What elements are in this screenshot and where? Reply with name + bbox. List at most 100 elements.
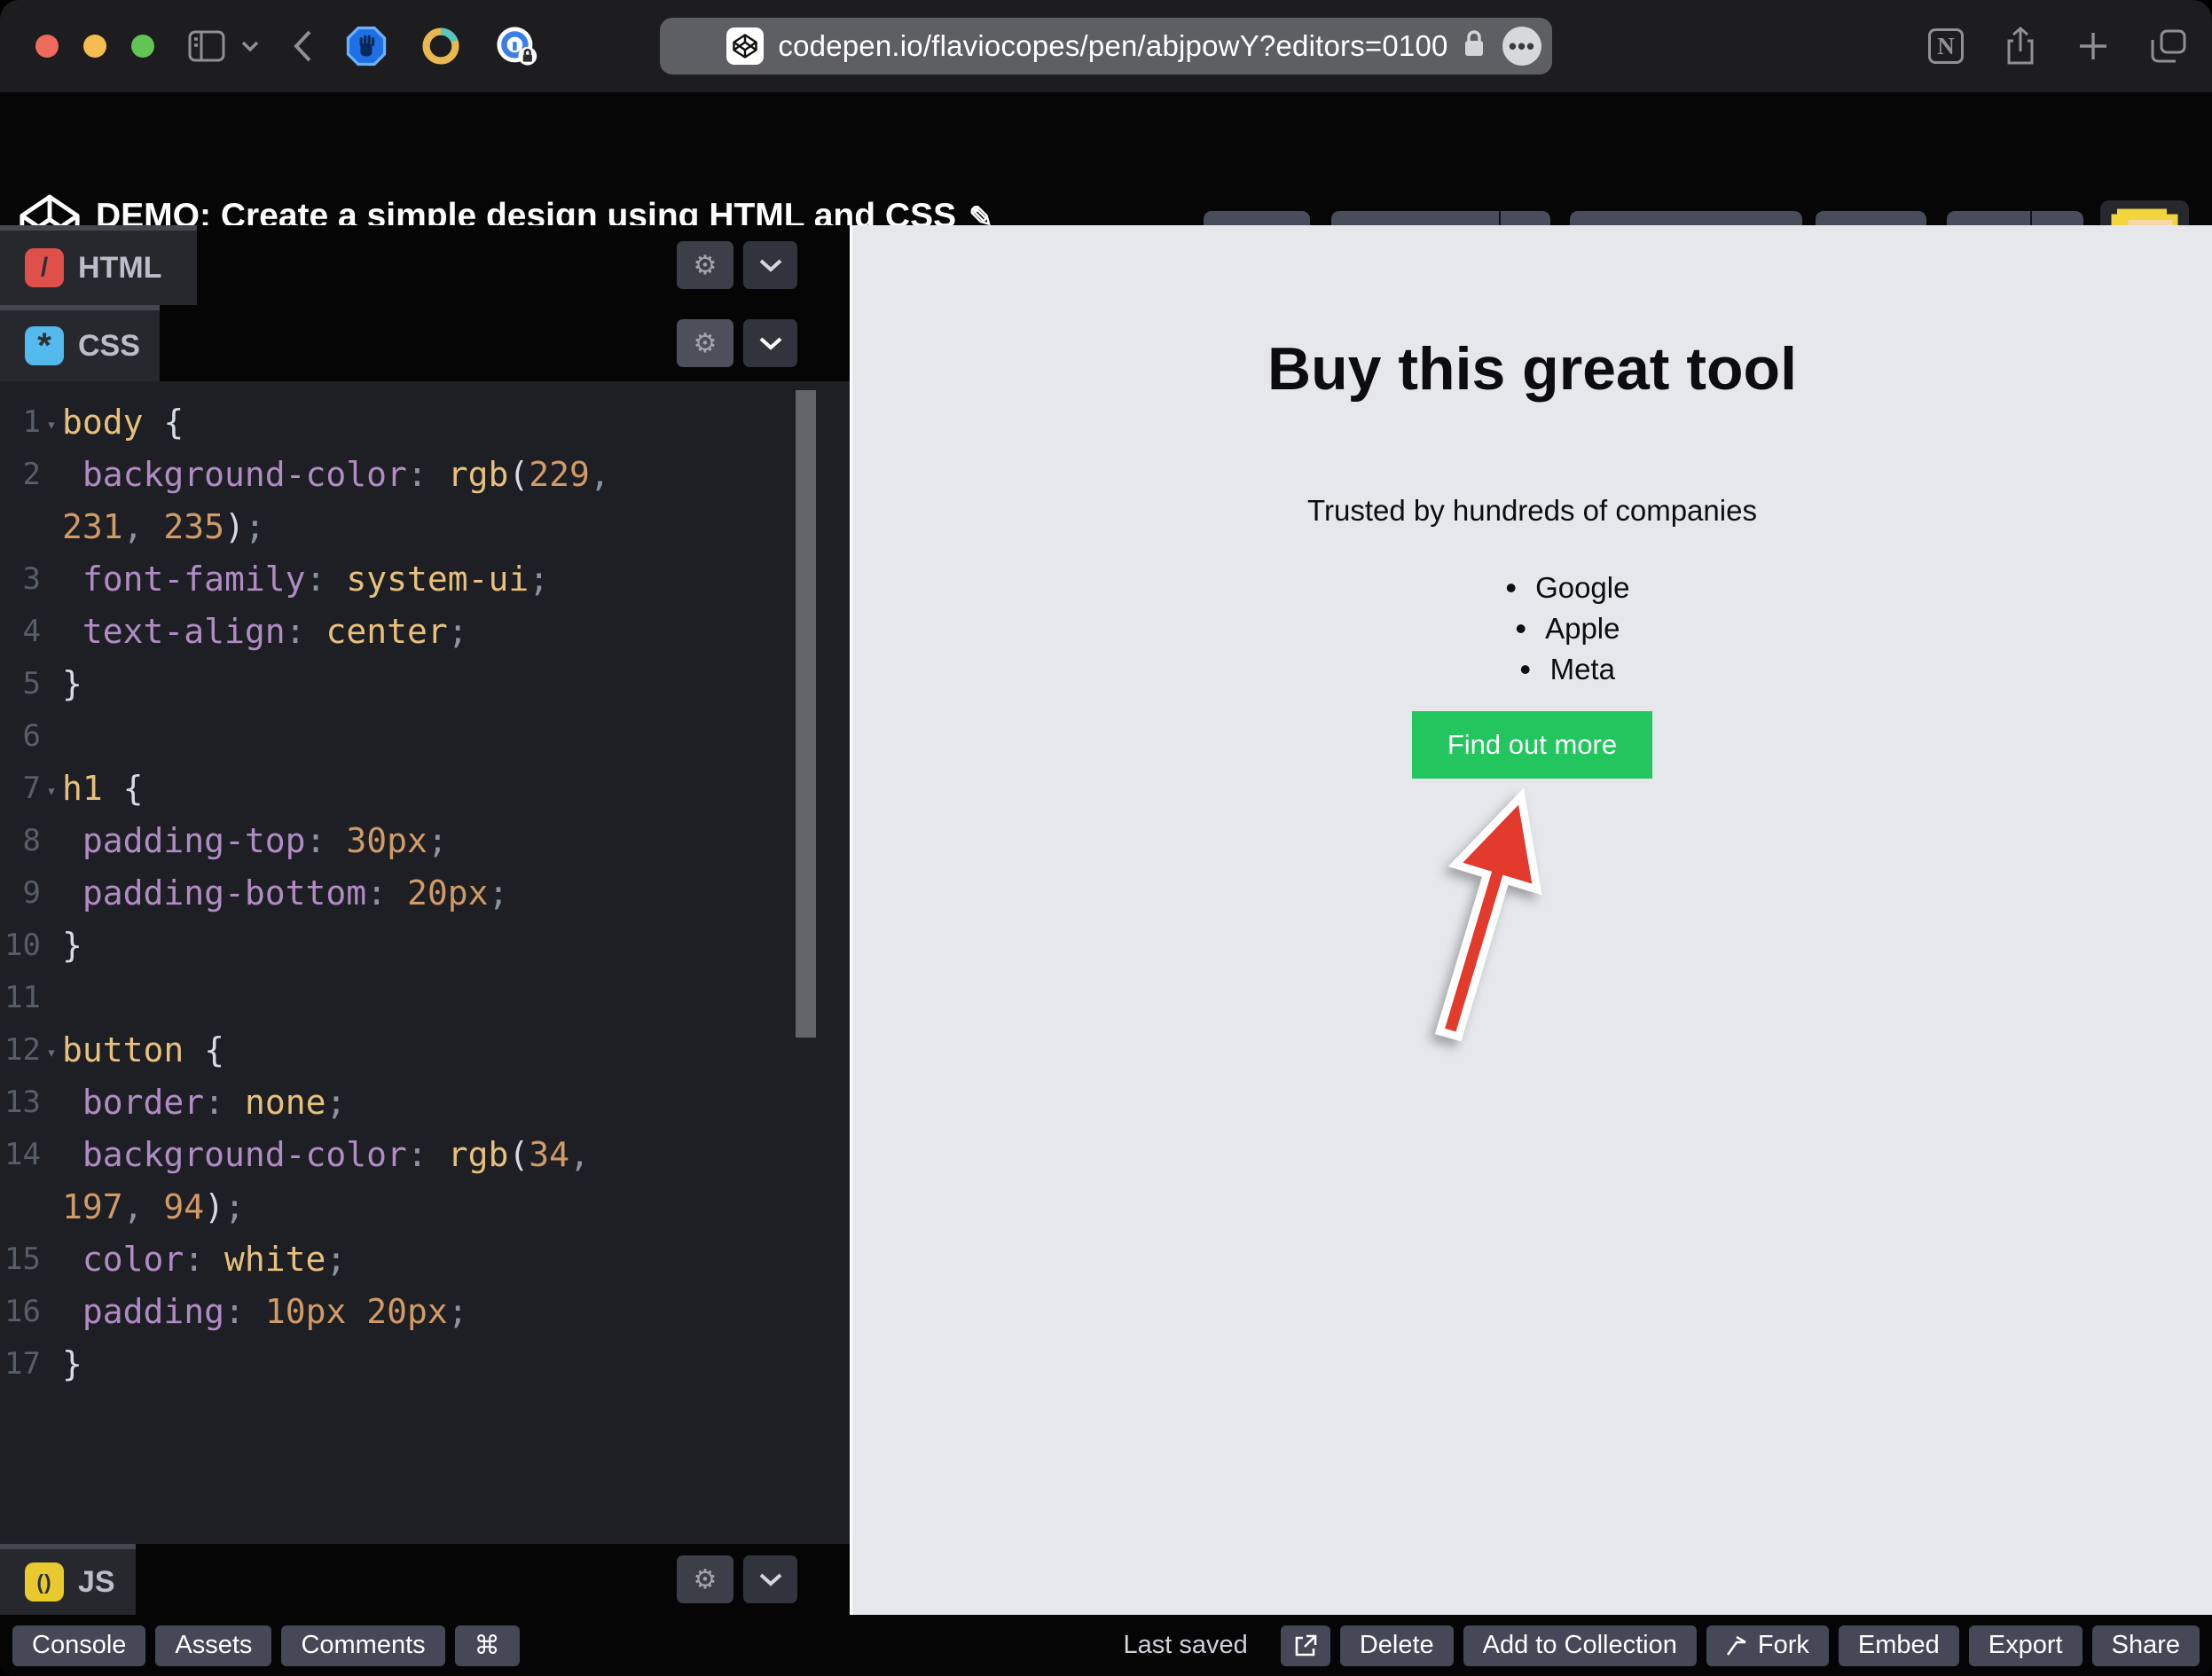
code-row: 16 padding: 10px 20px; bbox=[0, 1285, 850, 1337]
code-token: : bbox=[407, 1135, 448, 1174]
window-controls bbox=[35, 35, 154, 58]
fold-spacer bbox=[41, 681, 62, 686]
html-collapse-button[interactable] bbox=[743, 241, 797, 289]
code-token: : bbox=[306, 560, 347, 599]
code-token: ; bbox=[529, 560, 549, 599]
html-panel-header: / HTML ⚙ bbox=[0, 225, 850, 305]
back-icon[interactable] bbox=[293, 29, 312, 63]
code-token: ; bbox=[326, 1240, 346, 1279]
line-number: 2 bbox=[0, 457, 41, 492]
console-button[interactable]: Console bbox=[12, 1625, 145, 1666]
notion-extension-icon[interactable]: N bbox=[1928, 28, 1964, 64]
button-label: Add to Collection bbox=[1483, 1631, 1677, 1660]
password-manager-extension-icon[interactable] bbox=[495, 25, 537, 67]
code-token: , bbox=[590, 455, 610, 494]
code-token: padding-top bbox=[82, 821, 306, 860]
line-number: 7 bbox=[0, 771, 41, 806]
address-bar[interactable]: codepen.io/flaviocopes/pen/abjpowY?edito… bbox=[660, 18, 1552, 74]
code-token bbox=[62, 1135, 82, 1174]
line-number: 10 bbox=[0, 928, 41, 963]
code-token bbox=[62, 821, 82, 860]
code-token: ) bbox=[224, 507, 245, 546]
line-number: 17 bbox=[0, 1346, 41, 1382]
code-token: , bbox=[569, 1135, 590, 1174]
close-window-button[interactable] bbox=[35, 35, 59, 58]
keyboard-shortcuts-button[interactable]: ⌘ bbox=[455, 1625, 520, 1666]
css-settings-button[interactable]: ⚙ bbox=[677, 319, 733, 367]
fold-arrow-icon[interactable]: ▾ bbox=[41, 1038, 62, 1062]
export-button[interactable]: Export bbox=[1969, 1625, 2083, 1666]
add-to-collection-button[interactable]: Add to Collection bbox=[1463, 1625, 1697, 1666]
assets-button[interactable]: Assets bbox=[155, 1625, 271, 1666]
code-row: 197, 94); bbox=[0, 1180, 850, 1233]
line-number: 12 bbox=[0, 1032, 41, 1068]
tab-css[interactable]: * CSS bbox=[0, 305, 160, 381]
main-content: / HTML ⚙ * CSS ⚙ bbox=[0, 225, 2212, 1615]
bullet-icon: • bbox=[1519, 647, 1531, 693]
fold-spacer bbox=[41, 576, 62, 582]
code-token: { bbox=[103, 769, 144, 808]
code-row: 3 font-family: system-ui; bbox=[0, 552, 850, 605]
code-row: 14 background-color: rgb(34, bbox=[0, 1128, 850, 1180]
code-token: : bbox=[306, 821, 347, 860]
line-number: 1 bbox=[0, 404, 41, 440]
share-button[interactable]: Share bbox=[2092, 1625, 2200, 1666]
content-blocker-extension-icon[interactable] bbox=[346, 26, 387, 67]
html-settings-button[interactable]: ⚙ bbox=[677, 241, 733, 289]
sidebar-toggle-icon[interactable] bbox=[188, 30, 225, 62]
code-row: 4 text-align: center; bbox=[0, 605, 850, 657]
fold-spacer bbox=[41, 890, 62, 896]
tab-html[interactable]: / HTML bbox=[0, 225, 197, 305]
fold-spacer bbox=[41, 1309, 62, 1314]
js-collapse-button[interactable] bbox=[743, 1555, 797, 1603]
code-token: ; bbox=[448, 1292, 468, 1331]
codepen-favicon bbox=[726, 27, 764, 65]
ring-extension-icon[interactable] bbox=[420, 26, 461, 67]
browser-window: codepen.io/flaviocopes/pen/abjpowY?edito… bbox=[0, 0, 2212, 1676]
fold-spacer bbox=[41, 943, 62, 948]
tab-js[interactable]: () JS bbox=[0, 1544, 136, 1615]
sidebar-chevron-icon[interactable] bbox=[241, 41, 259, 51]
preview-subheading: Trusted by hundreds of companies bbox=[852, 494, 2212, 528]
save-status: Last saved bbox=[1124, 1631, 1248, 1660]
find-out-more-button[interactable]: Find out more bbox=[1412, 711, 1652, 779]
company-item: •Apple bbox=[923, 608, 2212, 649]
code-token: padding-bottom bbox=[82, 873, 366, 912]
fold-arrow-icon[interactable]: ▾ bbox=[41, 410, 62, 435]
red-arrow-annotation bbox=[1404, 779, 1581, 1053]
code-row: 231, 235); bbox=[0, 500, 850, 552]
code-token: 197 bbox=[62, 1187, 123, 1226]
fold-arrow-icon[interactable]: ▾ bbox=[41, 776, 62, 801]
tab-overview-icon[interactable] bbox=[2150, 28, 2187, 64]
embed-button[interactable]: Embed bbox=[1839, 1625, 1959, 1666]
company-name: Meta bbox=[1550, 653, 1615, 685]
line-number: 14 bbox=[0, 1137, 41, 1172]
button-label: Delete bbox=[1360, 1631, 1434, 1660]
preview-page: Buy this great tool Trusted by hundreds … bbox=[852, 225, 2212, 779]
page-actions-icon[interactable]: ••• bbox=[1502, 27, 1541, 66]
open-live-view-button[interactable] bbox=[1281, 1625, 1330, 1666]
delete-button[interactable]: Delete bbox=[1340, 1625, 1454, 1666]
css-code-editor[interactable]: 1▾body {2 background-color: rgb(229,231,… bbox=[0, 381, 850, 1544]
company-name: Google bbox=[1535, 571, 1629, 604]
gear-icon: ⚙ bbox=[694, 328, 718, 359]
share-icon[interactable] bbox=[2004, 27, 2036, 66]
code-token: color bbox=[82, 1240, 184, 1279]
css-collapse-button[interactable] bbox=[743, 319, 797, 367]
html-tab-label: HTML bbox=[78, 251, 161, 286]
zoom-window-button[interactable] bbox=[131, 35, 154, 58]
code-token: 231 bbox=[62, 507, 123, 546]
fork-button[interactable]: Fork bbox=[1706, 1625, 1829, 1666]
code-token: font-family bbox=[82, 560, 306, 599]
minimize-window-button[interactable] bbox=[83, 35, 106, 58]
code-token: 30px bbox=[346, 821, 427, 860]
fold-spacer bbox=[41, 1204, 62, 1210]
code-token: , bbox=[123, 1187, 164, 1226]
button-label: Share bbox=[2112, 1631, 2180, 1660]
comments-button[interactable]: Comments bbox=[281, 1625, 444, 1666]
new-tab-icon[interactable] bbox=[2077, 30, 2109, 62]
editor-scrollbar-thumb[interactable] bbox=[796, 390, 816, 1038]
js-settings-button[interactable]: ⚙ bbox=[677, 1555, 733, 1603]
code-row: 2 background-color: rgb(229, bbox=[0, 448, 850, 500]
line-number: 11 bbox=[0, 980, 41, 1015]
